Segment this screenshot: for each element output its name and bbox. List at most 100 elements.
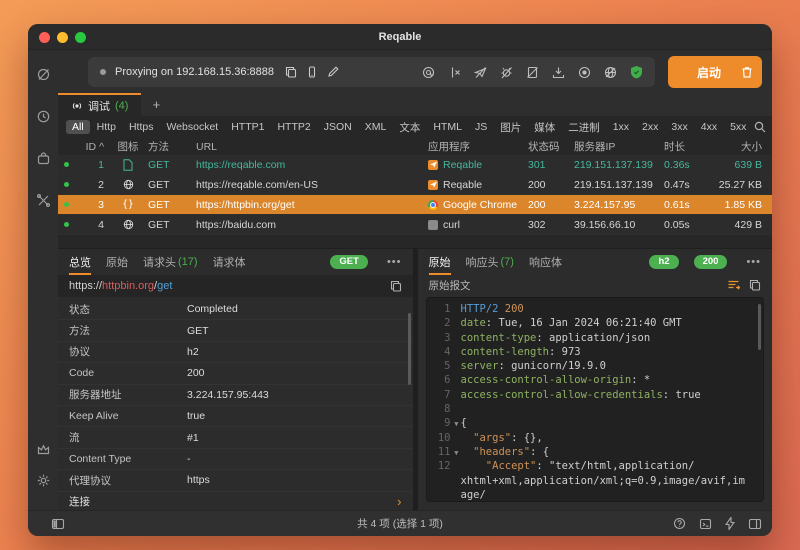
search-icon[interactable] — [754, 121, 766, 133]
copy-url-icon[interactable] — [390, 280, 402, 292]
status-dot — [64, 222, 69, 227]
filter-chip-2xx[interactable]: 2xx — [636, 120, 664, 134]
titlebar: Reqable — [28, 24, 772, 50]
filter-chip-xml[interactable]: XML — [359, 120, 393, 134]
cell-app: Reqable — [428, 159, 528, 171]
request-tab-原始[interactable]: 原始 — [106, 249, 128, 275]
code-line: 2date: Tue, 16 Jan 2024 06:21:40 GMT — [427, 316, 764, 330]
filter-chip-https[interactable]: Https — [123, 120, 160, 134]
record-icon[interactable] — [578, 66, 591, 79]
request-tab-总览[interactable]: 总览 — [69, 249, 91, 275]
connection-row[interactable]: 连接› — [58, 492, 413, 510]
premium-icon[interactable] — [36, 442, 51, 457]
code-line: 1HTTP/2 200 — [427, 302, 764, 316]
add-tab-button[interactable]: + — [141, 93, 171, 116]
cell-server-ip: 219.151.137.139 — [574, 159, 664, 171]
filter-chip-http1[interactable]: HTTP1 — [225, 120, 270, 134]
request-url-row: https://httpbin.org/get — [58, 275, 413, 297]
debug-icon[interactable] — [36, 67, 51, 82]
close-window-button[interactable] — [39, 32, 50, 43]
table-row[interactable]: 3{}GEThttps://httpbin.org/getGoogle Chro… — [58, 195, 772, 214]
settings-icon[interactable] — [36, 473, 51, 488]
download-icon[interactable] — [552, 66, 565, 79]
cell-size: 639 B — [710, 159, 772, 171]
console-icon[interactable] — [699, 518, 712, 530]
request-panel-scrollbar[interactable] — [408, 313, 411, 385]
copy-response-icon[interactable] — [749, 279, 761, 291]
filter-chip-json[interactable]: JSON — [318, 120, 358, 134]
cell-id: 4 — [74, 219, 108, 231]
cell-status: 301 — [528, 159, 574, 171]
response-tab-响应体[interactable]: 响应体 — [529, 249, 562, 275]
table-row[interactable]: 4GEThttps://baidu.comcurl30239.156.66.10… — [58, 215, 772, 234]
cell-duration: 0.47s — [664, 179, 710, 191]
proxy-status-dot — [100, 69, 106, 75]
toggle-bottom-panel-icon[interactable] — [748, 518, 762, 530]
tab-debug[interactable]: 调试 (4) — [58, 93, 141, 116]
filter-chip-5xx[interactable]: 5xx — [724, 120, 752, 134]
response-tab-原始[interactable]: 原始 — [429, 249, 451, 275]
sort-indicator: ^ — [99, 141, 104, 153]
trash-icon[interactable] — [741, 66, 753, 79]
maximize-window-button[interactable] — [75, 32, 86, 43]
help-icon[interactable] — [673, 517, 686, 530]
toolbar: Proxying on 192.168.15.36:8888 — [58, 51, 772, 93]
request-more-button[interactable]: ••• — [387, 256, 402, 268]
tab-debug-count: (4) — [115, 100, 128, 112]
filter-chip-all[interactable]: All — [66, 120, 90, 134]
cell-app: Reqable — [428, 179, 528, 191]
code-line: 12 "Accept": "text/html,application/ xht… — [427, 459, 764, 502]
request-panel: 总览原始请求头(17)请求体 GET ••• https://httpbin.o… — [58, 249, 413, 510]
cell-method: GET — [148, 159, 196, 171]
filter-chip-文本[interactable]: 文本 — [393, 119, 426, 136]
script-off-icon[interactable] — [526, 66, 539, 79]
response-tab-响应头[interactable]: 响应头(7) — [466, 249, 514, 275]
request-tab-请求体[interactable]: 请求体 — [213, 249, 246, 275]
overview-row: 协议h2 — [58, 342, 413, 363]
filter-chip-http[interactable]: Http — [91, 120, 122, 134]
ssl-shield-icon[interactable] — [630, 65, 643, 79]
filter-chip-媒体[interactable]: 媒体 — [528, 119, 561, 136]
bug-off-icon[interactable] — [500, 66, 513, 79]
toolbox-icon[interactable] — [36, 193, 51, 208]
filter-chip-二进制[interactable]: 二进制 — [562, 119, 606, 136]
response-code-scrollbar[interactable] — [758, 304, 761, 350]
cell-server-ip: 3.224.157.95 — [574, 199, 664, 211]
phone-icon[interactable] — [306, 66, 318, 78]
collections-icon[interactable] — [36, 151, 51, 166]
cell-method: GET — [148, 179, 196, 191]
mitm-off-icon[interactable] — [474, 66, 487, 79]
filter-chip-js[interactable]: JS — [469, 120, 493, 134]
overview-row: 代理协议https — [58, 470, 413, 491]
format-icon[interactable] — [727, 279, 740, 291]
cell-method: GET — [148, 199, 196, 211]
filter-chip-3xx[interactable]: 3xx — [665, 120, 693, 134]
shortcut-icon[interactable] — [725, 517, 735, 530]
filter-chip-html[interactable]: HTML — [427, 120, 468, 134]
history-icon[interactable] — [36, 109, 51, 124]
filter-chip-http2[interactable]: HTTP2 — [271, 120, 316, 134]
raw-message-label: 原始报文 — [429, 278, 471, 293]
filter-chip-图片[interactable]: 图片 — [494, 119, 527, 136]
overview-row: 方法GET — [58, 320, 413, 341]
filter-chip-1xx[interactable]: 1xx — [607, 120, 635, 134]
cell-id: 2 — [74, 179, 108, 191]
copy-icon[interactable] — [285, 66, 297, 78]
edit-icon[interactable] — [327, 66, 339, 78]
breakpoint-icon[interactable] — [448, 66, 461, 79]
table-row[interactable]: 2GEThttps://reqable.com/en-USReqable2002… — [58, 175, 772, 194]
response-more-button[interactable]: ••• — [746, 256, 761, 268]
start-button[interactable]: 启动 — [668, 56, 762, 88]
minimize-window-button[interactable] — [57, 32, 68, 43]
filter-chip-websocket[interactable]: Websocket — [160, 120, 224, 134]
at-icon[interactable] — [422, 66, 435, 79]
raw-response-viewer[interactable]: 1HTTP/2 2002date: Tue, 16 Jan 2024 06:21… — [426, 297, 765, 502]
table-row[interactable]: 1GEThttps://reqable.comReqable301219.151… — [58, 155, 772, 174]
status-dot — [64, 202, 69, 207]
filter-chip-4xx[interactable]: 4xx — [695, 120, 723, 134]
toggle-left-panel-icon[interactable] — [51, 518, 65, 530]
window-title: Reqable — [379, 31, 422, 43]
request-tab-请求头[interactable]: 请求头(17) — [143, 249, 198, 275]
network-off-icon[interactable] — [604, 66, 617, 79]
cell-status: 200 — [528, 179, 574, 191]
